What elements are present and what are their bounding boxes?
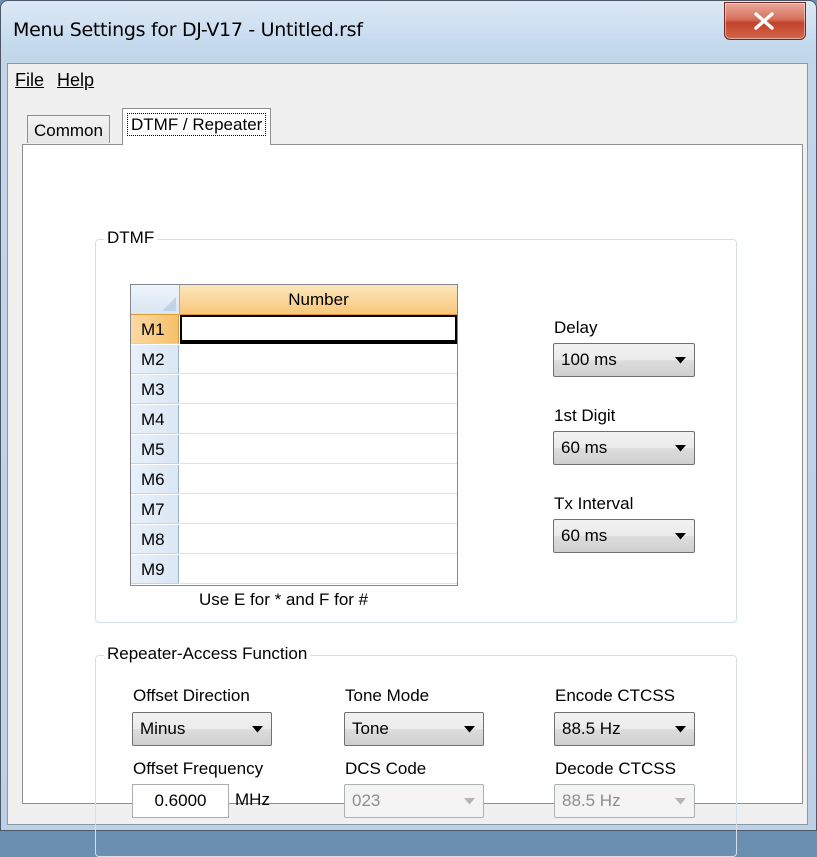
- offset-frequency-label: Offset Frequency: [133, 759, 264, 778]
- decode-ctcss-label: Decode CTCSS: [555, 759, 676, 778]
- grid-cell[interactable]: [180, 315, 457, 344]
- tx-interval-value: 60 ms: [561, 526, 608, 545]
- dcs-code-value: 023: [352, 791, 381, 810]
- menu-bar: File Help: [8, 64, 807, 96]
- grid-row-header[interactable]: M4: [131, 405, 179, 434]
- grid-row-header[interactable]: M1: [131, 315, 179, 344]
- dtmf-hint: Use E for * and F for #: [199, 590, 369, 609]
- delay-select[interactable]: 100 ms: [553, 343, 695, 377]
- decode-ctcss-select[interactable]: 88.5 Hz: [554, 784, 695, 818]
- grid-select-all[interactable]: [131, 285, 180, 315]
- tone-mode-label: Tone Mode: [345, 686, 430, 705]
- grid-cell[interactable]: [180, 495, 457, 524]
- dtmf-group: DTMF Number M1 M2 M3 M4 M5 M6 M7 M8 M9 U…: [95, 228, 737, 623]
- grid-row-header[interactable]: M7: [131, 495, 179, 524]
- menu-file[interactable]: File: [15, 70, 44, 91]
- repeater-group: Repeater-Access Function Offset Directio…: [95, 644, 737, 857]
- dtmf-group-title: DTMF: [104, 228, 158, 248]
- encode-ctcss-label: Encode CTCSS: [555, 686, 675, 705]
- grid-cell[interactable]: [180, 525, 457, 554]
- grid-row-header[interactable]: M6: [131, 465, 179, 494]
- close-button[interactable]: [724, 2, 806, 40]
- tab-common[interactable]: Common: [27, 115, 110, 143]
- offset-direction-value: Minus: [140, 719, 186, 738]
- grid-row-header[interactable]: M9: [131, 555, 179, 584]
- chevron-down-icon: [675, 445, 686, 452]
- tone-mode-select[interactable]: Tone: [344, 712, 484, 746]
- offset-direction-label: Offset Direction: [133, 686, 250, 705]
- grid-row-header[interactable]: M8: [131, 525, 179, 554]
- chevron-down-icon: [675, 798, 686, 805]
- encode-ctcss-select[interactable]: 88.5 Hz: [554, 712, 695, 746]
- grid-row-header[interactable]: M3: [131, 375, 179, 404]
- encode-ctcss-value: 88.5 Hz: [562, 719, 621, 738]
- tx-interval-label: Tx Interval: [554, 494, 634, 513]
- settings-window: Menu Settings for DJ-V17 - Untitled.rsf …: [0, 0, 817, 857]
- tab-panel: DTMF Number M1 M2 M3 M4 M5 M6 M7 M8 M9 U…: [22, 144, 803, 857]
- client-area: File Help Common DTMF / Repeater DTMF Nu…: [7, 63, 808, 857]
- dcs-code-select[interactable]: 023: [344, 784, 484, 818]
- tx-interval-select[interactable]: 60 ms: [553, 519, 695, 553]
- grid-cell[interactable]: [180, 435, 457, 464]
- grid-column-header-number[interactable]: Number: [180, 285, 457, 315]
- chevron-down-icon: [675, 357, 686, 364]
- first-digit-value: 60 ms: [561, 438, 608, 457]
- grid-row-header[interactable]: M5: [131, 435, 179, 464]
- dtmf-number-grid[interactable]: Number M1 M2 M3 M4 M5 M6 M7 M8 M9: [130, 284, 458, 586]
- first-digit-select[interactable]: 60 ms: [553, 431, 695, 465]
- dcs-code-label: DCS Code: [345, 759, 427, 778]
- grid-row-header[interactable]: M2: [131, 345, 179, 374]
- chevron-down-icon: [252, 726, 263, 733]
- offset-frequency-input[interactable]: 0.6000: [132, 784, 229, 818]
- window-title: Menu Settings for DJ-V17 - Untitled.rsf: [13, 19, 363, 41]
- menu-help-label: Help: [57, 70, 95, 90]
- chevron-down-icon: [464, 726, 475, 733]
- grid-cell[interactable]: [180, 375, 457, 404]
- chevron-down-icon: [675, 533, 686, 540]
- delay-label: Delay: [554, 318, 598, 337]
- tone-mode-value: Tone: [352, 719, 389, 738]
- offset-frequency-value: 0.6000: [154, 791, 207, 810]
- menu-help[interactable]: Help: [57, 70, 94, 91]
- offset-direction-select[interactable]: Minus: [132, 712, 272, 746]
- grid-cell[interactable]: [180, 345, 457, 374]
- menu-file-label: File: [15, 70, 45, 90]
- grid-cell[interactable]: [180, 465, 457, 494]
- tab-dtmf-repeater-label: DTMF / Repeater: [127, 113, 267, 136]
- delay-value: 100 ms: [561, 350, 617, 369]
- offset-frequency-unit: MHz: [235, 790, 270, 809]
- decode-ctcss-value: 88.5 Hz: [562, 791, 621, 810]
- grid-cell[interactable]: [180, 555, 457, 584]
- tab-dtmf-repeater[interactable]: DTMF / Repeater: [122, 108, 272, 145]
- triangle-icon: [162, 297, 176, 311]
- chevron-down-icon: [464, 798, 475, 805]
- close-icon: [754, 12, 774, 30]
- tab-common-label: Common: [34, 121, 103, 140]
- title-bar[interactable]: Menu Settings for DJ-V17 - Untitled.rsf: [1, 1, 816, 57]
- chevron-down-icon: [675, 726, 686, 733]
- first-digit-label: 1st Digit: [554, 406, 616, 425]
- repeater-group-title: Repeater-Access Function: [104, 644, 311, 664]
- grid-cell[interactable]: [180, 405, 457, 434]
